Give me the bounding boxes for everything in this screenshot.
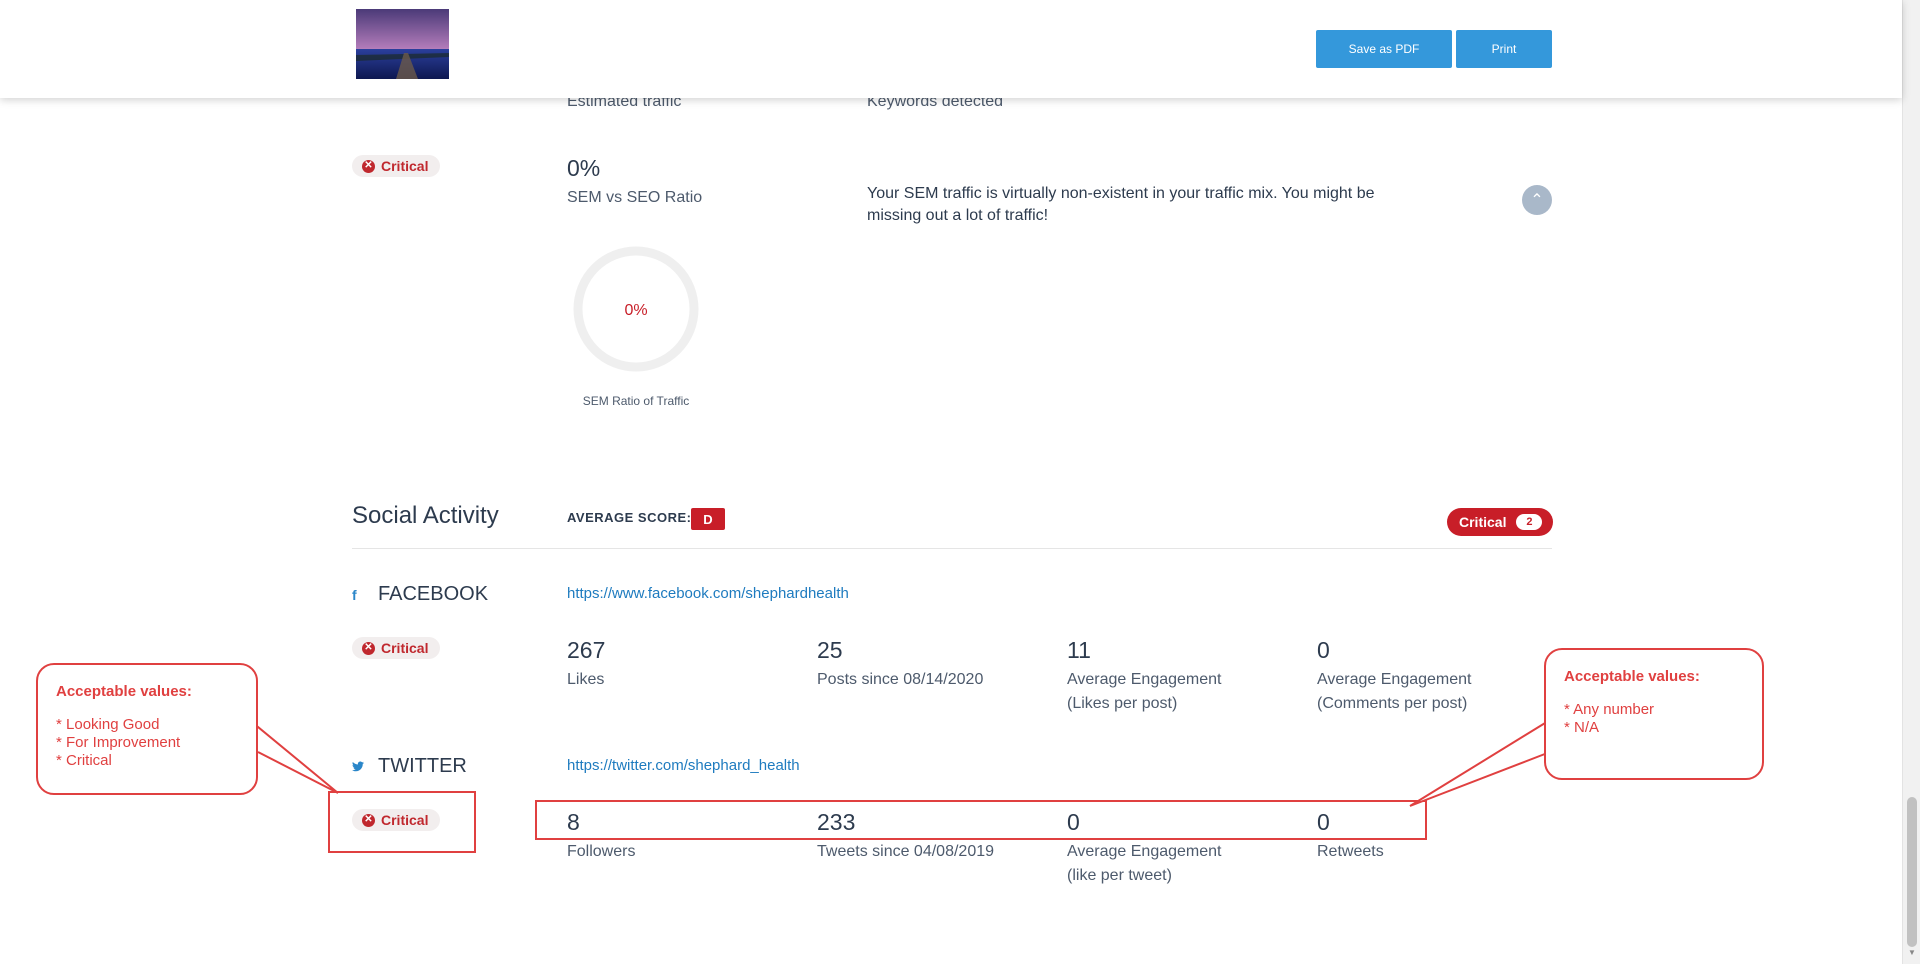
report-header: Save as PDF Print <box>0 0 1902 98</box>
right-callout-pointer <box>1409 719 1551 807</box>
left-callout-pointer <box>251 721 339 794</box>
callout-left-item: * Critical <box>56 752 112 769</box>
annotation-pointers <box>251 719 1551 807</box>
callout-left-item: * Looking Good <box>56 716 160 733</box>
callout-right-item: * N/A <box>1564 719 1600 736</box>
scrollbar-thumb[interactable] <box>1907 797 1917 947</box>
landscape-image-icon <box>356 9 449 79</box>
scroll-down-arrow-icon[interactable]: ▼ <box>1908 948 1916 957</box>
scrollbar[interactable]: ▼ <box>1902 0 1920 964</box>
callout-right: Acceptable values: * Any number * N/A <box>1544 648 1764 780</box>
callout-left-title: Acceptable values: <box>56 683 192 700</box>
callout-right-item: * Any number <box>1564 701 1655 718</box>
report-page: Estimated traffic Keywords detected ✕ Cr… <box>0 0 1920 964</box>
print-button[interactable]: Print <box>1456 30 1552 68</box>
callout-right-title: Acceptable values: <box>1564 668 1700 685</box>
save-pdf-button[interactable]: Save as PDF <box>1316 30 1452 68</box>
site-thumbnail <box>356 9 449 79</box>
callout-left: Acceptable values: * Looking Good * For … <box>36 663 258 795</box>
callout-left-item: * For Improvement <box>56 734 181 751</box>
